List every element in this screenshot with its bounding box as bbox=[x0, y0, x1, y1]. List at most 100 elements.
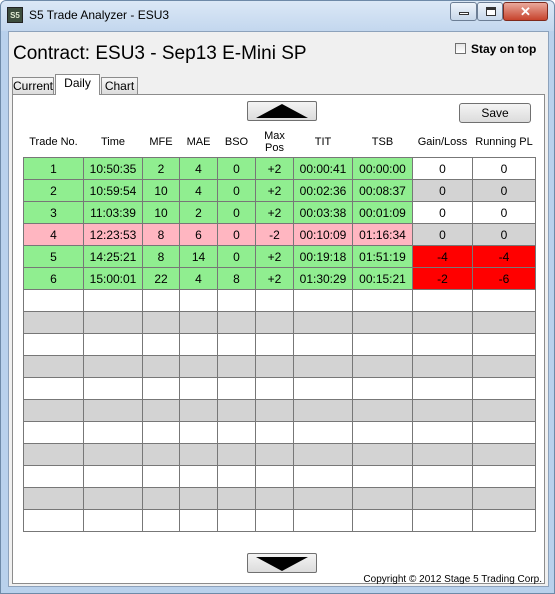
cell-max-pos[interactable]: +2 bbox=[255, 157, 294, 180]
empty-cell[interactable] bbox=[83, 421, 143, 444]
empty-cell[interactable] bbox=[293, 487, 353, 510]
cell-tit[interactable]: 00:03:38 bbox=[293, 201, 353, 224]
empty-cell[interactable] bbox=[293, 465, 353, 488]
cell-tsb[interactable]: 00:01:09 bbox=[352, 201, 413, 224]
col-header-max-pos[interactable]: Max Pos bbox=[256, 127, 294, 158]
empty-cell[interactable] bbox=[472, 333, 536, 356]
empty-cell[interactable] bbox=[352, 399, 413, 422]
empty-cell[interactable] bbox=[255, 399, 294, 422]
empty-cell[interactable] bbox=[217, 421, 256, 444]
empty-cell[interactable] bbox=[23, 487, 84, 510]
cell-max-pos[interactable]: +2 bbox=[255, 245, 294, 268]
cell-tit[interactable]: 00:00:41 bbox=[293, 157, 353, 180]
empty-cell[interactable] bbox=[293, 333, 353, 356]
cell-mae[interactable]: 4 bbox=[179, 179, 218, 202]
empty-cell[interactable] bbox=[83, 355, 143, 378]
cell-mae[interactable]: 4 bbox=[179, 157, 218, 180]
empty-cell[interactable] bbox=[83, 311, 143, 334]
cell-mfe[interactable]: 8 bbox=[142, 223, 180, 246]
empty-cell[interactable] bbox=[179, 333, 218, 356]
empty-cell[interactable] bbox=[352, 333, 413, 356]
empty-cell[interactable] bbox=[217, 443, 256, 466]
maximize-button[interactable] bbox=[477, 2, 503, 21]
empty-cell[interactable] bbox=[352, 421, 413, 444]
cell-mae[interactable]: 2 bbox=[179, 201, 218, 224]
cell-mfe[interactable]: 10 bbox=[142, 201, 180, 224]
empty-cell[interactable] bbox=[179, 289, 218, 312]
empty-cell[interactable] bbox=[142, 443, 180, 466]
empty-cell[interactable] bbox=[472, 377, 536, 400]
empty-cell[interactable] bbox=[23, 465, 84, 488]
empty-cell[interactable] bbox=[142, 487, 180, 510]
empty-cell[interactable] bbox=[255, 487, 294, 510]
empty-cell[interactable] bbox=[352, 377, 413, 400]
empty-cell[interactable] bbox=[83, 289, 143, 312]
empty-cell[interactable] bbox=[472, 443, 536, 466]
empty-cell[interactable] bbox=[179, 355, 218, 378]
cell-mae[interactable]: 4 bbox=[179, 267, 218, 290]
table-row[interactable]: 5 14:25:21 8 14 0 +2 00:19:18 01:51:19 -4 -4 bbox=[23, 245, 536, 268]
scroll-up-button[interactable] bbox=[247, 101, 317, 121]
empty-cell[interactable] bbox=[217, 487, 256, 510]
cell-tsb[interactable]: 00:15:21 bbox=[352, 267, 413, 290]
empty-cell[interactable] bbox=[142, 421, 180, 444]
cell-max-pos[interactable]: -2 bbox=[255, 223, 294, 246]
empty-cell[interactable] bbox=[255, 311, 294, 334]
empty-cell[interactable] bbox=[23, 377, 84, 400]
tab-chart[interactable]: Chart bbox=[101, 77, 138, 94]
empty-row[interactable] bbox=[23, 487, 536, 510]
empty-cell[interactable] bbox=[179, 443, 218, 466]
empty-cell[interactable] bbox=[217, 465, 256, 488]
empty-row[interactable] bbox=[23, 333, 536, 356]
empty-cell[interactable] bbox=[293, 355, 353, 378]
empty-cell[interactable] bbox=[83, 487, 143, 510]
empty-cell[interactable] bbox=[23, 421, 84, 444]
empty-cell[interactable] bbox=[179, 421, 218, 444]
stay-on-top-checkbox[interactable]: Stay on top bbox=[455, 41, 536, 56]
title-bar[interactable]: S5 S5 Trade Analyzer - ESU3 ✕ bbox=[1, 1, 554, 31]
col-header-mae[interactable]: MAE bbox=[180, 127, 218, 158]
empty-cell[interactable] bbox=[352, 487, 413, 510]
cell-trade-no[interactable]: 5 bbox=[23, 245, 84, 268]
empty-cell[interactable] bbox=[293, 377, 353, 400]
empty-cell[interactable] bbox=[412, 487, 473, 510]
col-header-mfe[interactable]: MFE bbox=[143, 127, 180, 158]
empty-cell[interactable] bbox=[472, 355, 536, 378]
empty-cell[interactable] bbox=[83, 465, 143, 488]
empty-cell[interactable] bbox=[255, 355, 294, 378]
empty-cell[interactable] bbox=[23, 399, 84, 422]
cell-max-pos[interactable]: +2 bbox=[255, 201, 294, 224]
empty-cell[interactable] bbox=[472, 399, 536, 422]
cell-gain-loss[interactable]: -2 bbox=[412, 267, 473, 290]
empty-cell[interactable] bbox=[179, 377, 218, 400]
cell-time[interactable]: 12:23:53 bbox=[83, 223, 143, 246]
empty-row[interactable] bbox=[23, 509, 536, 532]
empty-cell[interactable] bbox=[83, 399, 143, 422]
empty-cell[interactable] bbox=[412, 421, 473, 444]
empty-row[interactable] bbox=[23, 465, 536, 488]
cell-time[interactable]: 15:00:01 bbox=[83, 267, 143, 290]
empty-cell[interactable] bbox=[352, 443, 413, 466]
cell-time[interactable]: 10:59:54 bbox=[83, 179, 143, 202]
empty-cell[interactable] bbox=[352, 465, 413, 488]
empty-cell[interactable] bbox=[217, 333, 256, 356]
empty-cell[interactable] bbox=[255, 377, 294, 400]
empty-cell[interactable] bbox=[179, 311, 218, 334]
cell-bso[interactable]: 0 bbox=[217, 223, 256, 246]
cell-running-pl[interactable]: 0 bbox=[472, 201, 536, 224]
empty-cell[interactable] bbox=[217, 311, 256, 334]
cell-tsb[interactable]: 01:51:19 bbox=[352, 245, 413, 268]
empty-cell[interactable] bbox=[23, 289, 84, 312]
empty-row[interactable] bbox=[23, 289, 536, 312]
empty-cell[interactable] bbox=[142, 311, 180, 334]
empty-cell[interactable] bbox=[412, 355, 473, 378]
cell-time[interactable]: 14:25:21 bbox=[83, 245, 143, 268]
empty-cell[interactable] bbox=[472, 509, 536, 532]
empty-cell[interactable] bbox=[142, 509, 180, 532]
empty-cell[interactable] bbox=[23, 355, 84, 378]
empty-cell[interactable] bbox=[412, 311, 473, 334]
empty-cell[interactable] bbox=[293, 421, 353, 444]
col-header-tit[interactable]: TIT bbox=[294, 127, 353, 158]
empty-cell[interactable] bbox=[412, 377, 473, 400]
empty-cell[interactable] bbox=[142, 465, 180, 488]
